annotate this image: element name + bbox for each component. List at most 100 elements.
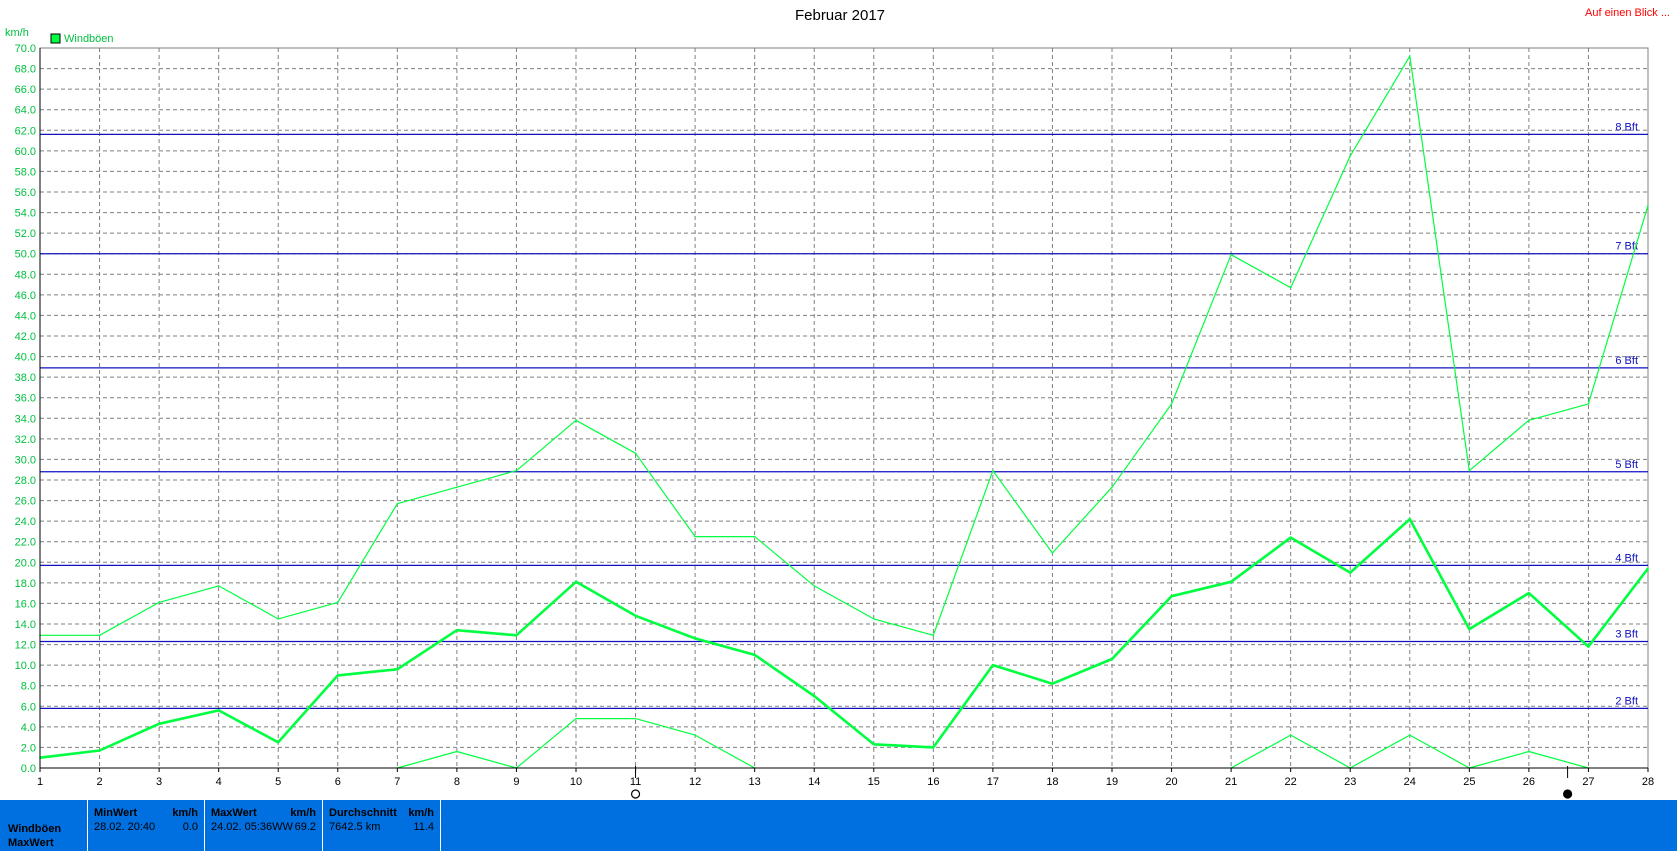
stat-box-average: Durchschnitt km/h 7642.5 km 11.4 <box>322 800 440 851</box>
data-point <box>456 750 458 753</box>
y-tick-label: 34.0 <box>15 413 36 425</box>
x-tick-label: 17 <box>987 776 999 788</box>
data-point <box>1528 592 1530 594</box>
stat-unit: km/h <box>172 807 198 819</box>
data-point <box>98 749 101 752</box>
x-tick-label: 14 <box>808 776 820 788</box>
y-tick-label: 12.0 <box>15 640 36 652</box>
data-point <box>396 502 399 505</box>
y-tick-label: 16.0 <box>15 598 36 610</box>
beaufort-label: 3 Bft <box>1615 628 1638 640</box>
y-tick-label: 70.0 <box>15 43 36 55</box>
data-point <box>1289 734 1292 736</box>
y-tick-label: 14.0 <box>15 619 36 631</box>
data-point <box>1230 253 1232 256</box>
wind-chart: Februar 2017 Auf einen Blick ... km/h Wi… <box>5 7 1670 799</box>
data-point <box>634 614 637 617</box>
stat-timestamp: 28.02. 20:40 <box>94 821 156 833</box>
data-point <box>217 709 220 712</box>
data-point <box>872 618 875 620</box>
data-point <box>1349 155 1352 157</box>
data-point <box>1111 658 1113 660</box>
y-tick-label: 56.0 <box>15 187 36 199</box>
data-point <box>932 746 935 749</box>
y-tick-label: 26.0 <box>15 496 36 508</box>
stats-row-label: MaxWert <box>8 837 54 849</box>
beaufort-label: 8 Bft <box>1615 121 1638 133</box>
data-point <box>1528 750 1530 753</box>
y-tick-label: 60.0 <box>15 146 36 158</box>
y-axis-unit-label: km/h <box>5 27 29 39</box>
x-tick-label: 27 <box>1582 776 1594 788</box>
y-tick-label: 42.0 <box>15 331 36 343</box>
x-tick-label: 10 <box>570 776 582 788</box>
y-tick-label: 36.0 <box>15 393 36 405</box>
stat-distance: 7642.5 km <box>329 821 381 833</box>
data-point <box>753 535 756 538</box>
x-tick-label: 19 <box>1106 776 1118 788</box>
y-tick-label: 58.0 <box>15 166 36 178</box>
chart-title: Februar 2017 <box>795 7 885 24</box>
data-point <box>872 743 875 746</box>
y-tick-label: 68.0 <box>15 64 36 76</box>
data-point <box>1528 419 1530 422</box>
stat-title: MaxWert <box>211 807 257 819</box>
data-point <box>1587 403 1590 405</box>
x-tick-label: 6 <box>335 776 341 788</box>
data-point <box>515 469 518 472</box>
x-tick-label: 8 <box>454 776 460 788</box>
data-point <box>1587 645 1590 648</box>
data-point <box>1468 628 1471 630</box>
x-tick-label: 12 <box>689 776 701 788</box>
y-tick-label: 0.0 <box>21 763 36 775</box>
data-point <box>336 601 339 604</box>
data-point <box>1408 518 1411 520</box>
data-point <box>1349 571 1352 574</box>
x-tick-label: 13 <box>749 776 761 788</box>
data-point <box>813 695 816 697</box>
x-tick-label: 1 <box>37 776 43 788</box>
data-point <box>277 741 280 744</box>
y-tick-label: 4.0 <box>21 722 36 734</box>
stat-unit: km/h <box>408 807 434 819</box>
empty-circle-icon <box>630 789 641 799</box>
data-point <box>396 668 399 671</box>
beaufort-label: 2 Bft <box>1615 695 1638 707</box>
x-tick-label: 20 <box>1165 776 1177 788</box>
x-tick-label: 15 <box>868 776 880 788</box>
y-tick-label: 50.0 <box>15 249 36 261</box>
stats-row-labels: Windböen MaxWert <box>8 822 61 850</box>
overview-link[interactable]: Auf einen Blick ... <box>1585 7 1670 19</box>
x-tick-label: 21 <box>1225 776 1237 788</box>
y-tick-label: 62.0 <box>15 125 36 137</box>
data-point <box>1170 595 1173 598</box>
data-point <box>1647 567 1649 570</box>
data-point <box>1170 403 1173 405</box>
data-point <box>575 717 577 720</box>
beaufort-label: 5 Bft <box>1615 459 1638 471</box>
y-tick-label: 24.0 <box>15 516 36 528</box>
y-tick-label: 64.0 <box>15 105 36 117</box>
legend-label: Windböen <box>64 33 114 45</box>
data-point <box>1647 204 1649 207</box>
data-point <box>217 585 220 587</box>
data-point <box>575 419 577 422</box>
y-tick-label: 52.0 <box>15 228 36 240</box>
data-point <box>1468 469 1471 472</box>
stat-value: 69.2 <box>294 821 316 833</box>
data-point <box>1051 682 1054 685</box>
y-tick-label: 28.0 <box>15 475 36 487</box>
x-tick-label: 16 <box>927 776 939 788</box>
y-tick-label: 40.0 <box>15 352 36 364</box>
y-tick-label: 48.0 <box>15 269 36 281</box>
data-point <box>1408 734 1411 736</box>
x-tick-label: 28 <box>1642 776 1654 788</box>
data-point <box>98 634 101 637</box>
x-tick-label: 3 <box>156 776 162 788</box>
y-tick-label: 30.0 <box>15 454 36 466</box>
y-tick-label: 32.0 <box>15 434 36 446</box>
filled-circle-icon <box>1562 789 1573 799</box>
y-tick-label: 46.0 <box>15 290 36 302</box>
data-point <box>694 734 696 736</box>
data-point <box>992 469 994 472</box>
